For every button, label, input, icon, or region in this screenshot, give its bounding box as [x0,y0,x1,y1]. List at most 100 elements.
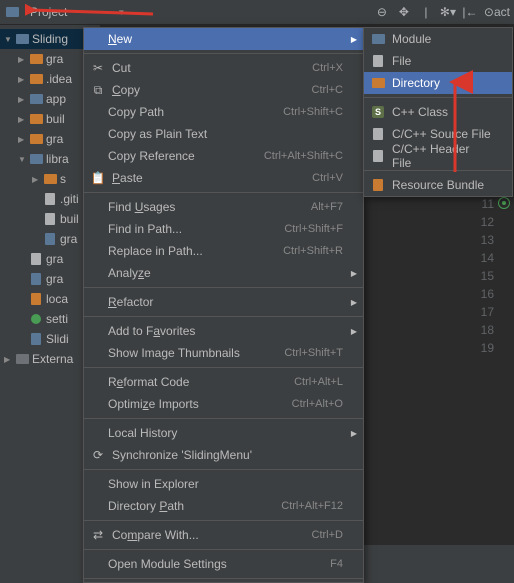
divider: | [418,4,434,20]
tree-label: .idea [46,72,72,86]
shortcut: Ctrl+D [312,529,343,541]
run-gutter-icon[interactable] [498,197,510,209]
menu-show-explorer[interactable]: Show in Explorer [84,473,363,495]
line-number: 19 [481,339,494,357]
gear-icon[interactable]: ✻▾ [440,4,456,20]
menu-label: C/C++ Header File [392,142,492,170]
menu-copy-path[interactable]: Copy PathCtrl+Shift+C [84,101,363,123]
menu-separator [364,97,512,98]
menu-label: Resource Bundle [392,178,492,192]
submenu-module[interactable]: Module [364,28,512,50]
menu-replace-in-path[interactable]: Replace in Path...Ctrl+Shift+R [84,240,363,262]
new-submenu: Module File Directory SC++ Class C/C++ S… [363,27,513,197]
tree-label: libra [46,152,69,166]
menu-paste[interactable]: 📋PasteCtrl+V [84,167,363,189]
menu-label: Replace in Path... [108,244,283,258]
tree-root-label: Sliding [32,32,68,46]
sync-icon: ⟳ [90,447,106,463]
menu-copy-plain[interactable]: Copy as Plain Text [84,123,363,145]
tree-label: .giti [60,192,79,206]
compare-icon: ⇄ [90,527,106,543]
menu-compare[interactable]: ⇄Compare With...Ctrl+D [84,524,363,546]
minimize-icon[interactable]: |← [462,4,478,20]
shortcut: Ctrl+Alt+Shift+C [264,150,343,162]
menu-separator [84,287,363,288]
shortcut: Ctrl+Alt+L [294,376,343,388]
line-number: 13 [481,231,494,249]
menu-cut[interactable]: ✂ CutCtrl+X [84,57,363,79]
tree-label: gra [46,252,63,266]
shortcut: F4 [330,558,343,570]
tree-label: buil [60,212,79,226]
shortcut: Ctrl+X [312,62,343,74]
shortcut: Ctrl+Shift+T [284,347,343,359]
shortcut: Alt+F7 [311,201,343,213]
line-number: 14 [481,249,494,267]
paste-icon: 📋 [90,170,106,186]
submenu-cpp-header[interactable]: C/C++ Header File [364,145,512,167]
shortcut: Ctrl+Shift+R [283,245,343,257]
file-icon [370,53,386,69]
shortcut: Ctrl+Shift+C [283,106,343,118]
menu-label: Copy as Plain Text [108,127,343,141]
menu-add-favorites[interactable]: Add to Favorites▶ [84,320,363,342]
tree-label: Slidi [46,332,69,346]
tree-label: loca [46,292,68,306]
project-dropdown[interactable]: Project [24,5,73,19]
toolbar: Project ▼ ⊖ ✥ | ✻▾ |← ⊙ act [0,0,514,25]
submenu-cpp-class[interactable]: SC++ Class [364,101,512,123]
line-number: 15 [481,267,494,285]
act-icon[interactable]: ⊙ act [484,4,510,20]
menu-local-history[interactable]: Local History▶ [84,422,363,444]
menu-label: Show in Explorer [108,477,343,491]
menu-label: Find in Path... [108,222,284,236]
tree-label: Externa [32,352,73,366]
submenu-resource-bundle[interactable]: Resource Bundle [364,174,512,196]
context-menu: NNewew▶ ✂ CutCtrl+X ⧉CopyCtrl+C Copy Path… [83,27,364,583]
shortcut: Ctrl+Alt+F12 [281,500,343,512]
menu-refactor[interactable]: Refactor▶ [84,291,363,313]
shortcut: Ctrl+C [312,84,343,96]
menu-find-in-path[interactable]: Find in Path...Ctrl+Shift+F [84,218,363,240]
menu-label: Cut [112,61,312,75]
menu-analyze[interactable]: Analyze▶ [84,262,363,284]
line-number: 11 [481,195,494,213]
menu-separator [84,549,363,550]
menu-separator [84,520,363,521]
menu-reformat[interactable]: Reformat CodeCtrl+Alt+L [84,371,363,393]
menu-copy[interactable]: ⧉CopyCtrl+C [84,79,363,101]
line-number: 12 [481,213,494,231]
menu-synchronize[interactable]: ⟳Synchronize 'SlidingMenu' [84,444,363,466]
target-icon[interactable]: ✥ [396,4,412,20]
module-icon [370,31,386,47]
line-gutter: 11 12 13 14 15 16 17 18 19 [481,195,494,357]
submenu-directory[interactable]: Directory [364,72,512,94]
scissors-icon: ✂ [90,60,106,76]
menu-optimize-imports[interactable]: Optimize ImportsCtrl+Alt+O [84,393,363,415]
menu-label: Copy Reference [108,149,264,163]
submenu-file[interactable]: File [364,50,512,72]
menu-label: File [392,54,492,68]
collapse-icon[interactable]: ⊖ [374,4,390,20]
shortcut: Ctrl+Shift+F [284,223,343,235]
project-icon [4,4,20,20]
menu-separator [84,469,363,470]
menu-label: Module [392,32,492,46]
menu-find-usages[interactable]: Find UsagesAlt+F7 [84,196,363,218]
menu-label: Copy Path [108,105,283,119]
line-number: 18 [481,321,494,339]
menu-label: C++ Class [392,105,492,119]
tree-label: s [60,172,66,186]
copy-icon: ⧉ [90,82,106,98]
menu-new[interactable]: NNewew▶ [84,28,363,50]
dropdown-arrow-icon[interactable]: ▼ [117,8,125,17]
menu-open-module-settings[interactable]: Open Module SettingsF4 [84,553,363,575]
menu-separator [84,578,363,579]
menu-label: Local History [108,426,343,440]
line-number: 17 [481,303,494,321]
menu-separator [84,192,363,193]
menu-show-thumbnails[interactable]: Show Image ThumbnailsCtrl+Shift+T [84,342,363,364]
menu-directory-path[interactable]: Directory PathCtrl+Alt+F12 [84,495,363,517]
menu-copy-ref[interactable]: Copy ReferenceCtrl+Alt+Shift+C [84,145,363,167]
tree-label: buil [46,112,65,126]
